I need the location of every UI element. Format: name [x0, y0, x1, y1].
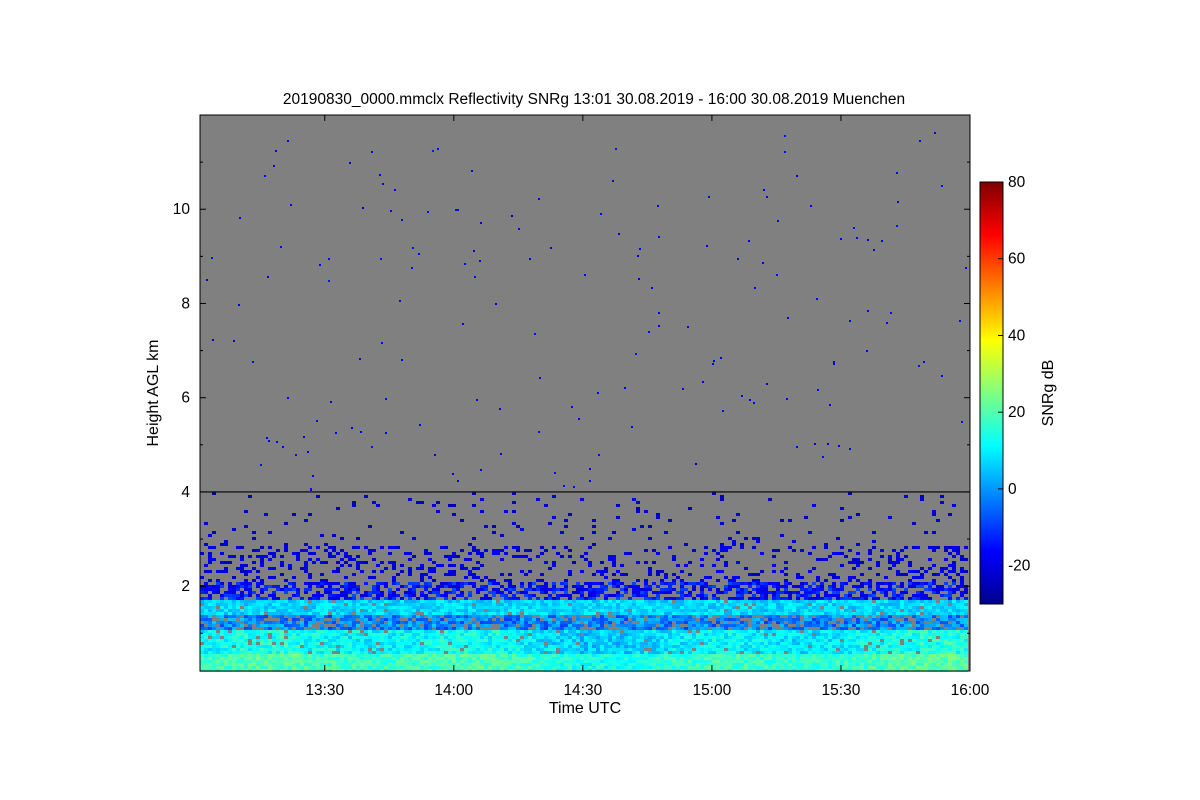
x-tick-label: 13:30: [305, 682, 344, 699]
colorbar-tick-label: 20: [1008, 404, 1026, 421]
colorbar-tick-label: 60: [1008, 251, 1026, 268]
echo-cells: [908, 656, 912, 660]
y-tick-label: 4: [181, 484, 190, 501]
echo-cells: [492, 653, 496, 657]
echo-cells: [956, 596, 960, 600]
echo-cells: [384, 638, 388, 642]
echo-cells: [932, 653, 936, 657]
echo-cells: [872, 656, 876, 660]
echo-cells: [276, 602, 280, 606]
echo-cells: [896, 656, 900, 660]
echo-cells: [768, 614, 772, 618]
y-tick-label: 8: [181, 295, 190, 312]
colorbar-label: SNRg dB: [1040, 360, 1057, 427]
x-tick-label: 15:00: [693, 682, 732, 699]
x-tick-label: 15:30: [822, 682, 861, 699]
y-axis-label: Height AGL km: [145, 339, 162, 446]
echo-cells: [232, 656, 236, 660]
echo-cells: [252, 662, 256, 666]
echo-cells: [608, 599, 612, 603]
radar-chart: 20190830_0000.mmclx Reflectivity SNRg 13…: [145, 91, 1057, 717]
x-tick-label: 14:30: [563, 682, 602, 699]
plot-area: [199, 114, 971, 672]
chart-title: 20190830_0000.mmclx Reflectivity SNRg 13…: [283, 91, 905, 108]
echo-cells: [300, 614, 304, 618]
echo-cells: [428, 626, 432, 630]
echo-cells: [716, 650, 720, 654]
colorbar-tick-label: 0: [1008, 481, 1017, 498]
echo-cells: [948, 656, 956, 660]
y-tick-label: 2: [181, 578, 190, 595]
echo-cells: [356, 635, 360, 639]
x-axis-label: Time UTC: [549, 700, 621, 717]
colorbar-tick-label: -20: [1008, 558, 1031, 575]
echo-cells: [936, 662, 940, 666]
x-tick-label: 16:00: [951, 682, 990, 699]
y-tick-label: 6: [181, 390, 190, 407]
colorbar-tick-label: 80: [1008, 174, 1026, 191]
y-tick-label: 10: [173, 201, 191, 218]
colorbar-gradient: [979, 181, 1004, 605]
echo-cells: [884, 599, 888, 603]
echo-cells: [468, 665, 472, 669]
colorbar: -20 0 20 40 60 80 SNRg dB: [979, 174, 1057, 605]
echo-cells: [276, 647, 280, 651]
echo-cells: [708, 656, 712, 660]
echo-cells: [240, 653, 244, 657]
x-tick-label: 14:00: [434, 682, 473, 699]
colorbar-tick-label: 40: [1008, 327, 1026, 344]
